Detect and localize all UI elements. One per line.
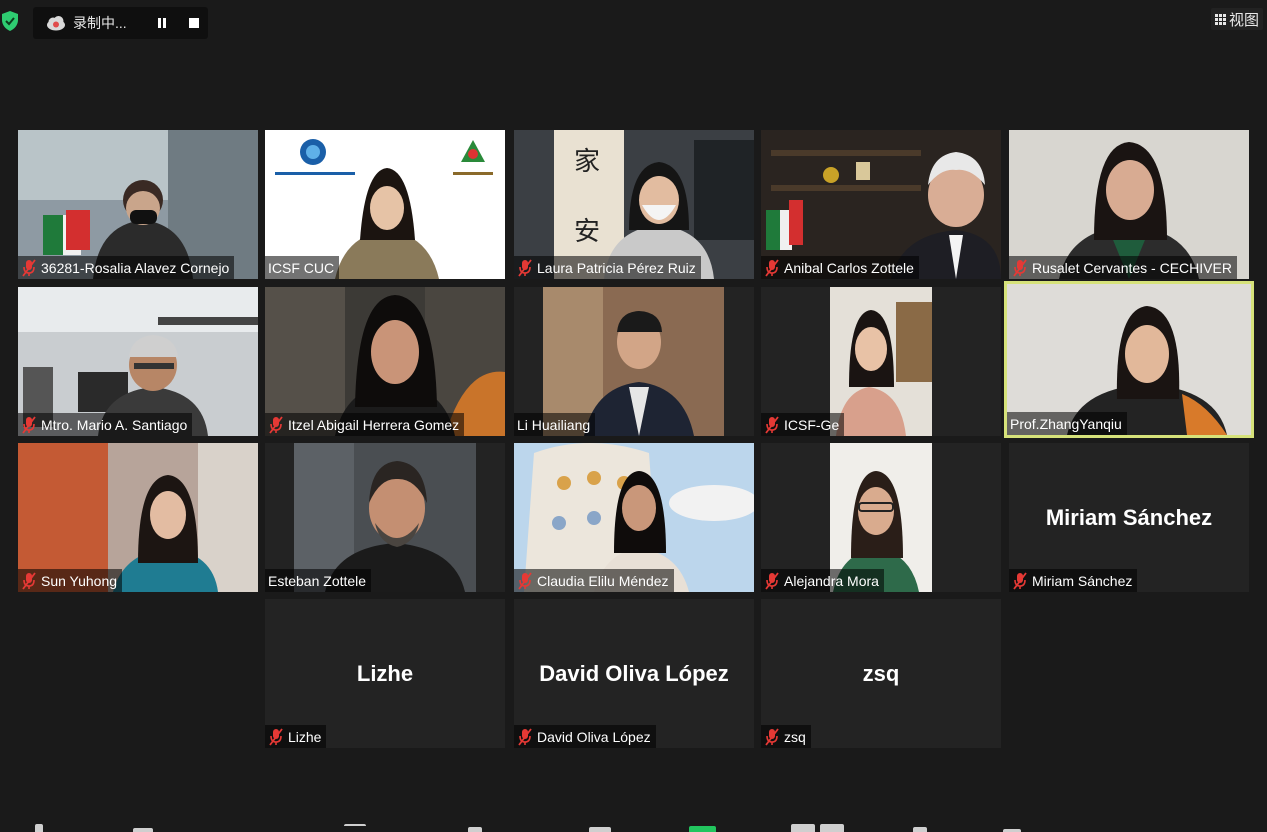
participant-name-tag: Claudia Elilu Méndez [514, 569, 674, 592]
grid-icon [1214, 13, 1226, 25]
participant-name: 36281-Rosalia Alavez Cornejo [41, 259, 230, 276]
chat-icon[interactable] [589, 827, 611, 832]
participant-name: Miriam Sánchez [1032, 572, 1133, 589]
participant-tile[interactable]: ICSF CUC [265, 130, 505, 279]
participant-tile[interactable]: Anibal Carlos Zottele [761, 130, 1001, 279]
mic-muted-icon [765, 415, 779, 434]
participant-display-name: David Oliva López [539, 660, 729, 686]
participant-name-tag: 36281-Rosalia Alavez Cornejo [18, 256, 235, 279]
mic-muted-icon [269, 415, 283, 434]
participant-name-tag: Alejandra Mora [761, 569, 884, 592]
participant-name-tag: Miriam Sánchez [1009, 569, 1138, 592]
participant-tile-video-off[interactable]: David Oliva López David Oliva López [514, 599, 754, 748]
participant-name-tag: ICSF-Ge [761, 413, 845, 436]
participant-name-tag: zsq [761, 725, 811, 748]
view-layout-button[interactable]: 视图 [1211, 8, 1263, 30]
mic-muted-icon [765, 258, 779, 277]
participant-name: Alejandra Mora [784, 572, 879, 589]
participant-tile[interactable]: 36281-Rosalia Alavez Cornejo [18, 130, 258, 279]
mic-muted-icon [765, 571, 779, 590]
participant-tile[interactable]: 家 安 Laura Patricia Pérez Ruiz [514, 130, 754, 279]
participant-name-tag: Esteban Zottele [265, 569, 372, 592]
recording-indicator: 录制中... [33, 7, 208, 39]
pause-recording-button[interactable] [149, 10, 175, 36]
share-screen-icon[interactable] [689, 826, 716, 832]
participant-name: Li Huailiang [517, 416, 591, 433]
stop-recording-button[interactable] [181, 10, 207, 36]
participant-name: ICSF CUC [268, 259, 335, 276]
svg-text:安: 安 [574, 217, 600, 247]
participant-tile-video-off[interactable]: Miriam Sánchez Miriam Sánchez [1009, 443, 1249, 592]
participant-name: ICSF-Ge [784, 416, 840, 433]
camera-icon[interactable] [133, 828, 153, 832]
participant-name-tag: Li Huailiang [514, 413, 596, 436]
participant-tile[interactable]: Alejandra Mora [761, 443, 1001, 592]
mic-muted-icon [518, 727, 532, 746]
participant-name: Rusalet Cervantes - CECHIVER [1032, 259, 1232, 276]
participant-tile[interactable]: Mtro. Mario A. Santiago [18, 287, 258, 436]
cloud-record-icon [47, 16, 65, 31]
participant-name: Laura Patricia Pérez Ruiz [537, 259, 696, 276]
participant-display-name: Miriam Sánchez [1045, 504, 1213, 530]
participant-name-tag: Lizhe [265, 725, 327, 748]
participant-name: Mtro. Mario A. Santiago [41, 416, 188, 433]
participant-name: Lizhe [288, 728, 322, 745]
participant-tile[interactable]: Li Huailiang [514, 287, 754, 436]
participant-display-name: Lizhe [356, 660, 414, 686]
participant-tile[interactable]: Claudia Elilu Méndez [514, 443, 754, 592]
participant-name: Itzel Abigail Herrera Gomez [288, 416, 460, 433]
reactions-icon[interactable] [820, 824, 844, 832]
participant-name-tag: Sun Yuhong [18, 569, 123, 592]
participant-name-tag: Anibal Carlos Zottele [761, 256, 919, 279]
mic-muted-icon [1013, 571, 1027, 590]
participant-tile[interactable]: Esteban Zottele [265, 443, 505, 592]
participant-tile-video-off[interactable]: zsq zsq [761, 599, 1001, 748]
mic-muted-icon [269, 727, 283, 746]
mic-muted-icon [1013, 258, 1027, 277]
participant-tile[interactable]: Sun Yuhong [18, 443, 258, 592]
participant-name-tag: Itzel Abigail Herrera Gomez [265, 413, 465, 436]
security-shield-icon[interactable] [0, 10, 20, 32]
participant-name-tag: Rusalet Cervantes - CECHIVER [1009, 256, 1237, 279]
view-label: 视图 [1228, 11, 1259, 29]
mic-muted-icon [22, 415, 36, 434]
participant-name: zsq [784, 728, 806, 745]
participant-name: Anibal Carlos Zottele [784, 259, 914, 276]
mic-muted-icon [22, 258, 36, 277]
participant-tile[interactable]: ICSF-Ge [761, 287, 1001, 436]
participant-display-name: zsq [862, 660, 900, 686]
participant-name-tag: Laura Patricia Pérez Ruiz [514, 256, 701, 279]
security-icon[interactable] [344, 824, 366, 832]
participant-name: Esteban Zottele [268, 572, 367, 589]
mic-muted-icon [22, 571, 36, 590]
mic-muted-icon [518, 571, 532, 590]
microphone-icon[interactable] [35, 824, 43, 832]
stop-icon [189, 18, 199, 28]
participant-name: Prof.ZhangYanqiu [1010, 415, 1122, 432]
mic-muted-icon [765, 727, 779, 746]
participant-tile-active-speaker[interactable]: Prof.ZhangYanqiu [1004, 281, 1254, 438]
participant-name: Sun Yuhong [41, 572, 118, 589]
recording-label: 录制中... [73, 15, 127, 31]
participants-icon[interactable] [468, 827, 482, 832]
participant-name-tag: ICSF CUC [265, 256, 340, 279]
participant-name-tag: Mtro. Mario A. Santiago [18, 413, 193, 436]
participant-name: Claudia Elilu Méndez [537, 572, 669, 589]
participant-name: David Oliva López [537, 728, 651, 745]
participant-name-tag: Prof.ZhangYanqiu [1007, 412, 1127, 435]
participant-name-tag: David Oliva López [514, 725, 656, 748]
participant-tile[interactable]: Rusalet Cervantes - CECHIVER [1009, 130, 1249, 279]
apps-icon[interactable] [913, 827, 927, 832]
meeting-toolbar [0, 820, 1267, 832]
mic-muted-icon [518, 258, 532, 277]
pause-icon [158, 18, 166, 28]
participant-tile[interactable]: Itzel Abigail Herrera Gomez [265, 287, 505, 436]
participant-tile-video-off[interactable]: Lizhe Lizhe [265, 599, 505, 748]
record-icon[interactable] [791, 824, 815, 832]
svg-text:家: 家 [574, 147, 600, 177]
